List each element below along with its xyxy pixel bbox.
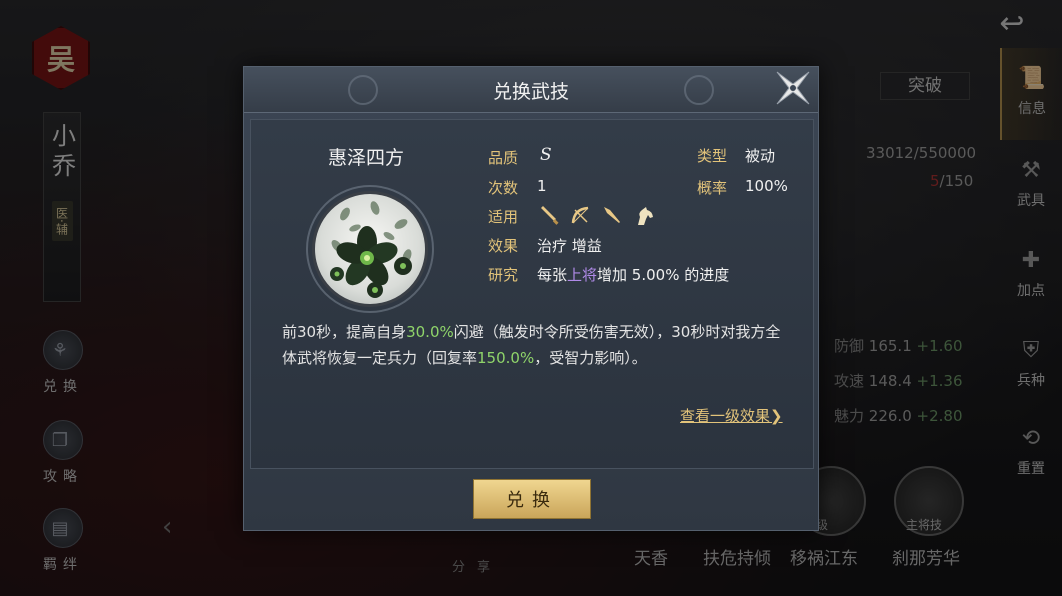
flower-icon — [312, 191, 428, 307]
count-value: 1 — [537, 177, 547, 195]
desc-part: 前30秒，提高自身 — [282, 323, 407, 341]
close-icon[interactable] — [770, 65, 816, 111]
view-level1-effect-link[interactable]: 查看一级效果❯ — [680, 405, 783, 426]
skill-description: 前30秒，提高自身30.0%闪避（触发时令所受伤害无效），30秒时对我方全体武将… — [282, 319, 782, 371]
count-label: 次数 — [488, 179, 519, 197]
research-suffix: 增加 5.00% 的进度 — [597, 266, 730, 284]
desc-value: 30.0% — [406, 323, 454, 341]
quality-label: 品质 — [488, 149, 519, 167]
rate-label: 概率 — [697, 179, 728, 197]
desc-value: 150.0% — [477, 349, 535, 367]
rate-value: 100% — [745, 177, 788, 195]
effect-value: 治疗 增益 — [537, 237, 602, 255]
research-label: 研究 — [488, 266, 519, 284]
weapon-icons — [538, 205, 656, 227]
research-prefix: 每张 — [537, 266, 568, 284]
sword-icon — [538, 205, 560, 227]
dialog-title: 兑换武技 — [492, 81, 569, 103]
spear-icon — [602, 205, 624, 227]
effect-label: 效果 — [488, 237, 519, 255]
exchange-button[interactable]: 兑换 — [473, 479, 591, 519]
dialog-header: 兑换武技 — [244, 67, 818, 113]
research-highlight: 上将 — [567, 266, 598, 284]
desc-part: ，受智力影响）。 — [534, 349, 647, 367]
skill-title: 惠泽四方 — [328, 147, 405, 169]
quality-value: S — [540, 145, 552, 165]
exchange-skill-dialog: 兑换武技 惠泽四方 品质 S 类型 被动 次数 1 概率 100% 适用 效果 … — [243, 66, 819, 531]
bow-icon — [570, 205, 592, 227]
type-value: 被动 — [745, 147, 776, 165]
research-value: 每张上将增加 5.00% 的进度 — [537, 264, 729, 285]
type-label: 类型 — [697, 147, 728, 165]
apply-label: 适用 — [488, 208, 519, 226]
horse-icon — [634, 205, 656, 227]
